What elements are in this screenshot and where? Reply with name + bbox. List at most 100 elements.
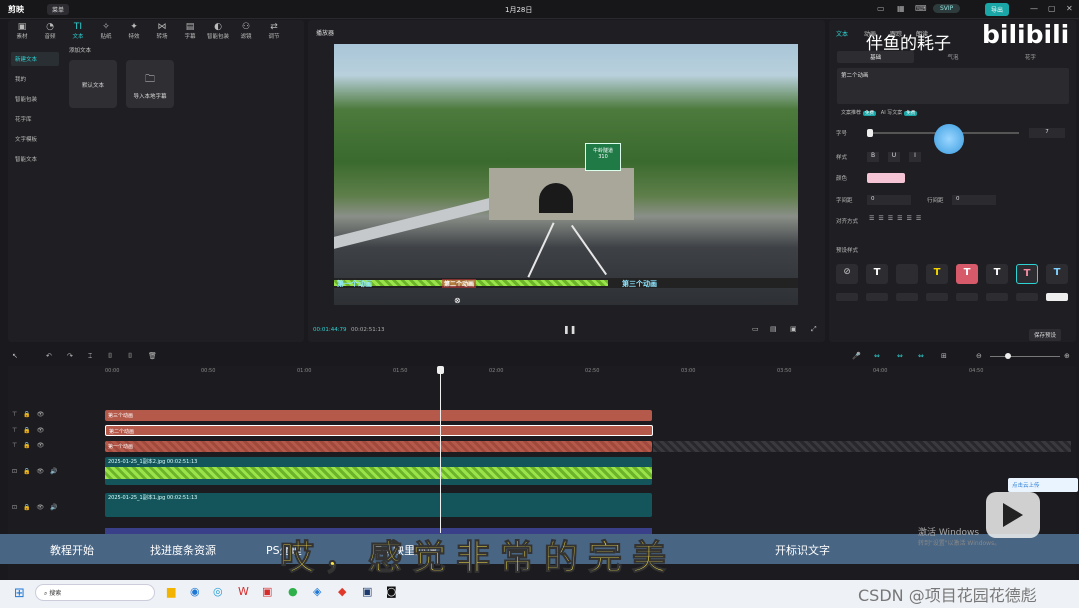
preset-style-3[interactable]: T bbox=[926, 264, 948, 284]
video-text-1[interactable]: 第一个动画 bbox=[337, 279, 372, 289]
bold-button[interactable]: B bbox=[867, 152, 879, 162]
monitor-icon[interactable]: ▭ bbox=[877, 4, 885, 13]
font-size-knob[interactable] bbox=[867, 129, 873, 137]
text-clip-3[interactable]: 第三个动画 bbox=[105, 410, 652, 421]
subnav-new-text[interactable]: 新建文本 bbox=[11, 52, 59, 66]
tab-adjust[interactable]: ⇄ 调节 bbox=[260, 22, 288, 40]
text-clip-1[interactable]: 第一个动画 bbox=[105, 441, 652, 452]
delete-icon[interactable]: 🗑 bbox=[148, 352, 157, 360]
capcut-icon[interactable]: ◙ bbox=[386, 585, 397, 598]
split-icon[interactable]: ⌶ bbox=[88, 352, 92, 361]
tab-filter[interactable]: ⚇ 滤镜 bbox=[232, 22, 260, 40]
track-controls[interactable]: ⊤🔒👁 bbox=[12, 427, 50, 434]
preview-axis-icon[interactable]: ⇔ bbox=[918, 352, 924, 360]
taskbar-search[interactable]: ⌕ 搜索 bbox=[35, 584, 155, 601]
ratio-icon[interactable]: ▣ bbox=[790, 325, 797, 333]
tab-smart-pack[interactable]: ◐ 智能包装 bbox=[204, 22, 232, 40]
screenshot-icon[interactable]: ▭ bbox=[752, 325, 759, 333]
time-ruler[interactable]: 00:00 00:50 01:00 01:50 02:00 02:50 03:0… bbox=[105, 368, 1065, 376]
video-text-3[interactable]: 第三个动画 bbox=[622, 279, 657, 289]
preset-none-icon[interactable]: ⊘ bbox=[836, 264, 858, 284]
text-clip-2[interactable]: 第二个动画 bbox=[105, 425, 653, 436]
export-button[interactable]: 导出 bbox=[985, 3, 1010, 16]
wechat-icon[interactable]: ● bbox=[288, 585, 298, 598]
zoom-knob[interactable] bbox=[1005, 353, 1011, 359]
char-spacing-input[interactable]: 0 bbox=[867, 195, 911, 205]
link-icon[interactable]: ⇔ bbox=[874, 352, 880, 360]
split-right-icon[interactable]: ⌷ bbox=[128, 352, 132, 361]
app2-icon[interactable]: ◆ bbox=[338, 585, 346, 598]
select-icon[interactable]: ↖ bbox=[12, 352, 18, 360]
italic-button[interactable]: I bbox=[909, 152, 921, 162]
video-text-2[interactable]: 第二个动画 bbox=[442, 279, 477, 288]
tab-text[interactable]: TI 文本 bbox=[64, 22, 92, 40]
preset-row2-4[interactable] bbox=[926, 293, 948, 301]
layout-icon[interactable]: ▦ bbox=[897, 4, 905, 13]
split-left-icon[interactable]: ⌷ bbox=[108, 352, 112, 361]
preset-style-1[interactable]: T bbox=[866, 264, 888, 284]
track-controls[interactable]: ⊤🔒👁 bbox=[12, 411, 50, 418]
app64-icon[interactable]: ▣ bbox=[262, 585, 272, 598]
color-picker[interactable] bbox=[867, 173, 905, 183]
subnav-fancy-text[interactable]: 花字库 bbox=[11, 112, 59, 126]
menu-button[interactable]: 菜单 bbox=[47, 4, 70, 15]
preset-row2-5[interactable] bbox=[956, 293, 978, 301]
playhead-handle[interactable] bbox=[437, 366, 444, 374]
underline-button[interactable]: U bbox=[888, 152, 900, 162]
photoshop-icon[interactable]: ▣ bbox=[362, 585, 372, 598]
tab-media[interactable]: ▣ 素材 bbox=[8, 22, 36, 40]
subnav-text-template[interactable]: 文字模板 bbox=[11, 132, 59, 146]
browser-icon[interactable]: ◎ bbox=[213, 585, 223, 598]
fullscreen-icon[interactable]: ⤢ bbox=[811, 325, 817, 334]
preset-style-7[interactable]: T bbox=[1046, 264, 1068, 284]
edge-icon[interactable]: ◉ bbox=[190, 585, 200, 598]
cloud-upload-button[interactable]: 点击云上传 bbox=[1008, 478, 1078, 492]
snap-icon[interactable]: ⇔ bbox=[897, 352, 903, 360]
wps-icon[interactable]: W bbox=[238, 585, 249, 598]
preset-style-4[interactable]: T bbox=[956, 264, 978, 284]
undo-icon[interactable]: ↶ bbox=[46, 352, 52, 360]
zoom-out-icon[interactable]: ⊖ bbox=[976, 352, 982, 360]
preset-style-5[interactable]: T bbox=[986, 264, 1008, 284]
ai-write[interactable]: AI 写文案 bbox=[881, 110, 903, 116]
preset-row2-8[interactable] bbox=[1046, 293, 1068, 301]
tab-sticker[interactable]: ✧ 贴纸 bbox=[92, 22, 120, 40]
import-subtitle-card[interactable]: 🗀 导入本地字幕 bbox=[126, 60, 174, 108]
svip-badge[interactable]: SVIP bbox=[933, 4, 961, 13]
tab-text-props[interactable]: 文本 bbox=[836, 29, 848, 38]
app-icon[interactable]: ◈ bbox=[313, 585, 321, 598]
close-icon[interactable]: ✕ bbox=[1066, 4, 1073, 13]
windows-start-icon[interactable]: ⊞ bbox=[14, 586, 25, 601]
tab-subtitle[interactable]: ▤ 字幕 bbox=[176, 22, 204, 40]
zoom-in-icon[interactable]: ⊕ bbox=[1064, 352, 1070, 360]
copy-recommend[interactable]: 文案推荐 bbox=[841, 110, 861, 116]
subtab-fancy[interactable]: 花字 bbox=[992, 51, 1069, 63]
video-clip-1[interactable]: 2025-01-25_1副本1.jpg 00:02:51:13 bbox=[105, 493, 652, 517]
preset-row2-1[interactable] bbox=[836, 293, 858, 301]
preset-style-6[interactable]: T bbox=[1016, 264, 1038, 284]
align-buttons[interactable]: ☰☰☰☰☰☰ bbox=[869, 215, 925, 222]
preset-row2-6[interactable] bbox=[986, 293, 1008, 301]
tab-transition[interactable]: ⋈ 转场 bbox=[148, 22, 176, 40]
rotate-handle-icon[interactable]: ⊗ bbox=[454, 296, 461, 305]
pause-icon[interactable]: ❚❚ bbox=[563, 325, 576, 334]
subnav-smart-pack[interactable]: 智能包装 bbox=[11, 92, 59, 106]
tab-audio[interactable]: ◔ 音频 bbox=[36, 22, 64, 40]
line-spacing-input[interactable]: 0 bbox=[952, 195, 996, 205]
subnav-mine[interactable]: 我的 bbox=[11, 72, 59, 86]
save-preset-button[interactable]: 保存预设 bbox=[1029, 329, 1062, 341]
track-controls[interactable]: ⊡🔒👁🔊 bbox=[12, 504, 64, 511]
shortcut-icon[interactable]: ⌨ bbox=[915, 4, 927, 13]
preset-row2-3[interactable] bbox=[896, 293, 918, 301]
preset-style-2[interactable]: T bbox=[896, 264, 918, 284]
zoom-slider[interactable] bbox=[990, 356, 1060, 357]
redo-icon[interactable]: ↷ bbox=[67, 352, 73, 360]
track-controls[interactable]: ⊡🔒👁🔊 bbox=[12, 468, 64, 475]
quality-icon[interactable]: ▤ bbox=[770, 325, 777, 333]
default-text-card[interactable]: 默认文本 bbox=[69, 60, 117, 108]
preset-row2-7[interactable] bbox=[1016, 293, 1038, 301]
maximize-icon[interactable]: ▢ bbox=[1048, 4, 1056, 13]
track-controls[interactable]: ⊤🔒👁 bbox=[12, 442, 50, 449]
text-content-input[interactable]: 第二个动画 bbox=[837, 68, 1069, 104]
folder-icon[interactable]: ▆ bbox=[167, 585, 175, 598]
